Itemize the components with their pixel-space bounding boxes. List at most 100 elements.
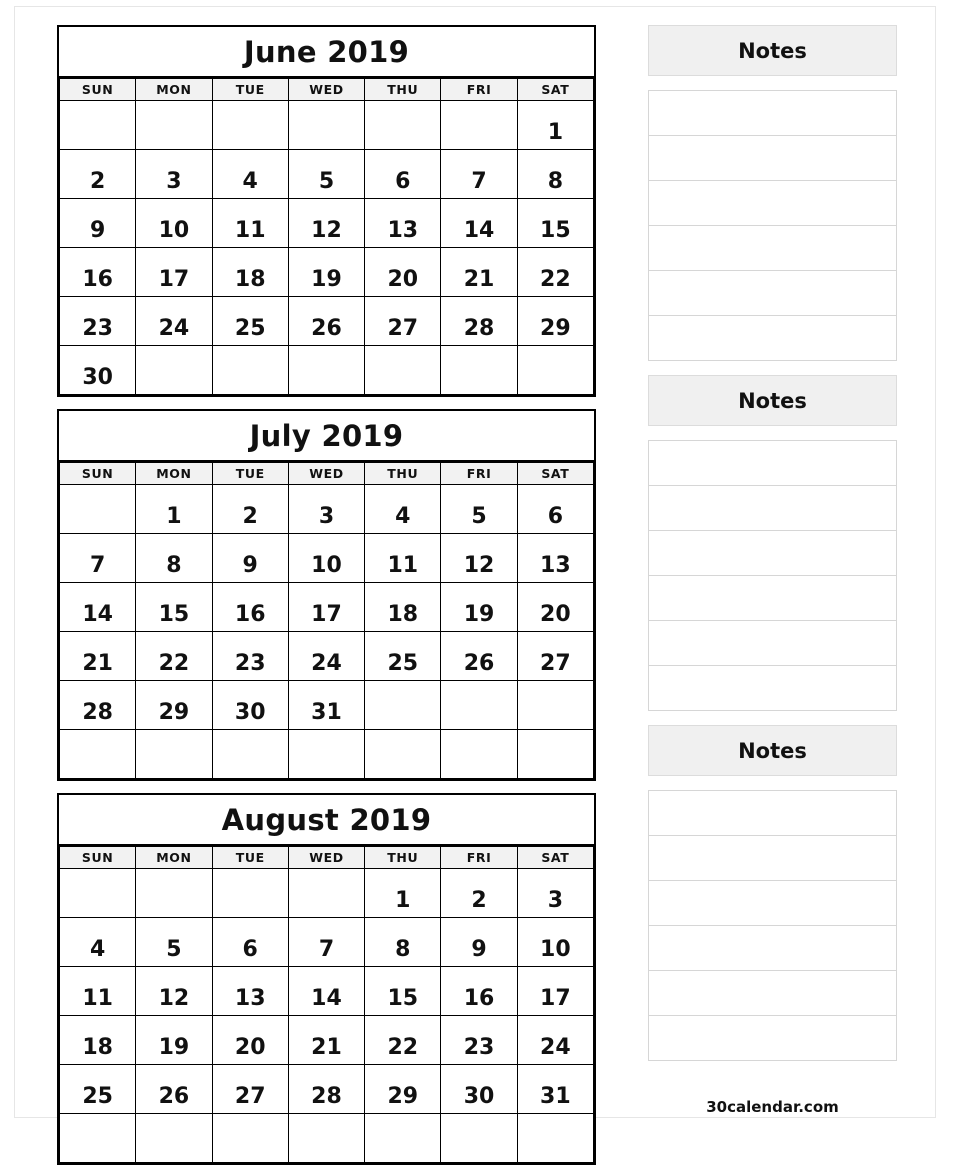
notes-line[interactable]: [649, 91, 896, 136]
day-cell[interactable]: 28: [58, 680, 137, 730]
day-cell[interactable]: 10: [516, 917, 595, 967]
notes-line[interactable]: [649, 836, 896, 881]
day-cell[interactable]: 12: [440, 533, 518, 583]
day-cell[interactable]: 3: [135, 149, 213, 199]
day-cell[interactable]: 30: [58, 345, 137, 395]
day-cell[interactable]: 26: [287, 296, 366, 346]
day-cell[interactable]: 13: [211, 966, 289, 1016]
day-cell[interactable]: 6: [516, 484, 595, 534]
day-cell[interactable]: 30: [211, 680, 289, 730]
day-cell[interactable]: 19: [287, 247, 366, 297]
day-cell[interactable]: 4: [211, 149, 289, 199]
notes-line[interactable]: [649, 226, 896, 271]
day-cell[interactable]: 21: [287, 1015, 366, 1065]
day-cell[interactable]: 25: [211, 296, 289, 346]
day-cell[interactable]: 31: [516, 1064, 595, 1114]
day-cell[interactable]: 24: [516, 1015, 595, 1065]
day-cell-empty[interactable]: [211, 868, 289, 918]
day-cell[interactable]: 26: [135, 1064, 213, 1114]
notes-line[interactable]: [649, 621, 896, 666]
day-cell-empty[interactable]: [516, 729, 595, 779]
day-cell[interactable]: 12: [287, 198, 366, 248]
day-cell[interactable]: 22: [364, 1015, 442, 1065]
day-cell[interactable]: 14: [58, 582, 137, 632]
day-cell-empty[interactable]: [287, 345, 366, 395]
day-cell[interactable]: 13: [516, 533, 595, 583]
day-cell-empty[interactable]: [211, 729, 289, 779]
day-cell[interactable]: 31: [287, 680, 366, 730]
day-cell[interactable]: 15: [135, 582, 213, 632]
day-cell[interactable]: 25: [58, 1064, 137, 1114]
day-cell-empty[interactable]: [135, 100, 213, 150]
day-cell-empty[interactable]: [516, 345, 595, 395]
day-cell-empty[interactable]: [516, 1113, 595, 1163]
day-cell[interactable]: 7: [440, 149, 518, 199]
day-cell-empty[interactable]: [440, 100, 518, 150]
notes-line[interactable]: [649, 441, 896, 486]
day-cell[interactable]: 20: [364, 247, 442, 297]
day-cell[interactable]: 20: [211, 1015, 289, 1065]
day-cell-empty[interactable]: [516, 680, 595, 730]
day-cell[interactable]: 3: [516, 868, 595, 918]
day-cell-empty[interactable]: [211, 1113, 289, 1163]
day-cell-empty[interactable]: [58, 100, 137, 150]
day-cell[interactable]: 23: [211, 631, 289, 681]
day-cell-empty[interactable]: [135, 1113, 213, 1163]
day-cell[interactable]: 4: [58, 917, 137, 967]
day-cell[interactable]: 1: [516, 100, 595, 150]
notes-line[interactable]: [649, 181, 896, 226]
day-cell[interactable]: 18: [211, 247, 289, 297]
day-cell-empty[interactable]: [440, 729, 518, 779]
day-cell[interactable]: 17: [516, 966, 595, 1016]
day-cell[interactable]: 29: [516, 296, 595, 346]
day-cell-empty[interactable]: [58, 1113, 137, 1163]
day-cell[interactable]: 16: [211, 582, 289, 632]
notes-line[interactable]: [649, 486, 896, 531]
day-cell-empty[interactable]: [58, 729, 137, 779]
day-cell[interactable]: 2: [58, 149, 137, 199]
day-cell[interactable]: 7: [287, 917, 366, 967]
day-cell[interactable]: 19: [440, 582, 518, 632]
day-cell[interactable]: 18: [364, 582, 442, 632]
day-cell[interactable]: 30: [440, 1064, 518, 1114]
notes-line[interactable]: [649, 926, 896, 971]
day-cell-empty[interactable]: [287, 868, 366, 918]
day-cell[interactable]: 11: [211, 198, 289, 248]
day-cell[interactable]: 15: [516, 198, 595, 248]
day-cell[interactable]: 19: [135, 1015, 213, 1065]
day-cell-empty[interactable]: [135, 729, 213, 779]
day-cell[interactable]: 5: [135, 917, 213, 967]
day-cell[interactable]: 11: [58, 966, 137, 1016]
day-cell-empty[interactable]: [364, 729, 442, 779]
day-cell[interactable]: 16: [58, 247, 137, 297]
day-cell[interactable]: 22: [135, 631, 213, 681]
day-cell[interactable]: 9: [440, 917, 518, 967]
day-cell[interactable]: 5: [440, 484, 518, 534]
day-cell[interactable]: 11: [364, 533, 442, 583]
day-cell[interactable]: 27: [364, 296, 442, 346]
day-cell-empty[interactable]: [364, 680, 442, 730]
day-cell[interactable]: 8: [364, 917, 442, 967]
notes-line[interactable]: [649, 271, 896, 316]
day-cell-empty[interactable]: [440, 345, 518, 395]
day-cell[interactable]: 8: [516, 149, 595, 199]
day-cell[interactable]: 27: [516, 631, 595, 681]
day-cell[interactable]: 10: [135, 198, 213, 248]
day-cell-empty[interactable]: [364, 345, 442, 395]
day-cell[interactable]: 2: [440, 868, 518, 918]
day-cell[interactable]: 21: [58, 631, 137, 681]
day-cell-empty[interactable]: [440, 680, 518, 730]
day-cell[interactable]: 20: [516, 582, 595, 632]
day-cell[interactable]: 1: [135, 484, 213, 534]
day-cell[interactable]: 21: [440, 247, 518, 297]
day-cell-empty[interactable]: [440, 1113, 518, 1163]
day-cell[interactable]: 24: [135, 296, 213, 346]
day-cell[interactable]: 3: [287, 484, 366, 534]
day-cell-empty[interactable]: [135, 345, 213, 395]
notes-line[interactable]: [649, 531, 896, 576]
day-cell-empty[interactable]: [211, 345, 289, 395]
day-cell[interactable]: 13: [364, 198, 442, 248]
day-cell[interactable]: 29: [364, 1064, 442, 1114]
day-cell[interactable]: 27: [211, 1064, 289, 1114]
day-cell[interactable]: 17: [287, 582, 366, 632]
